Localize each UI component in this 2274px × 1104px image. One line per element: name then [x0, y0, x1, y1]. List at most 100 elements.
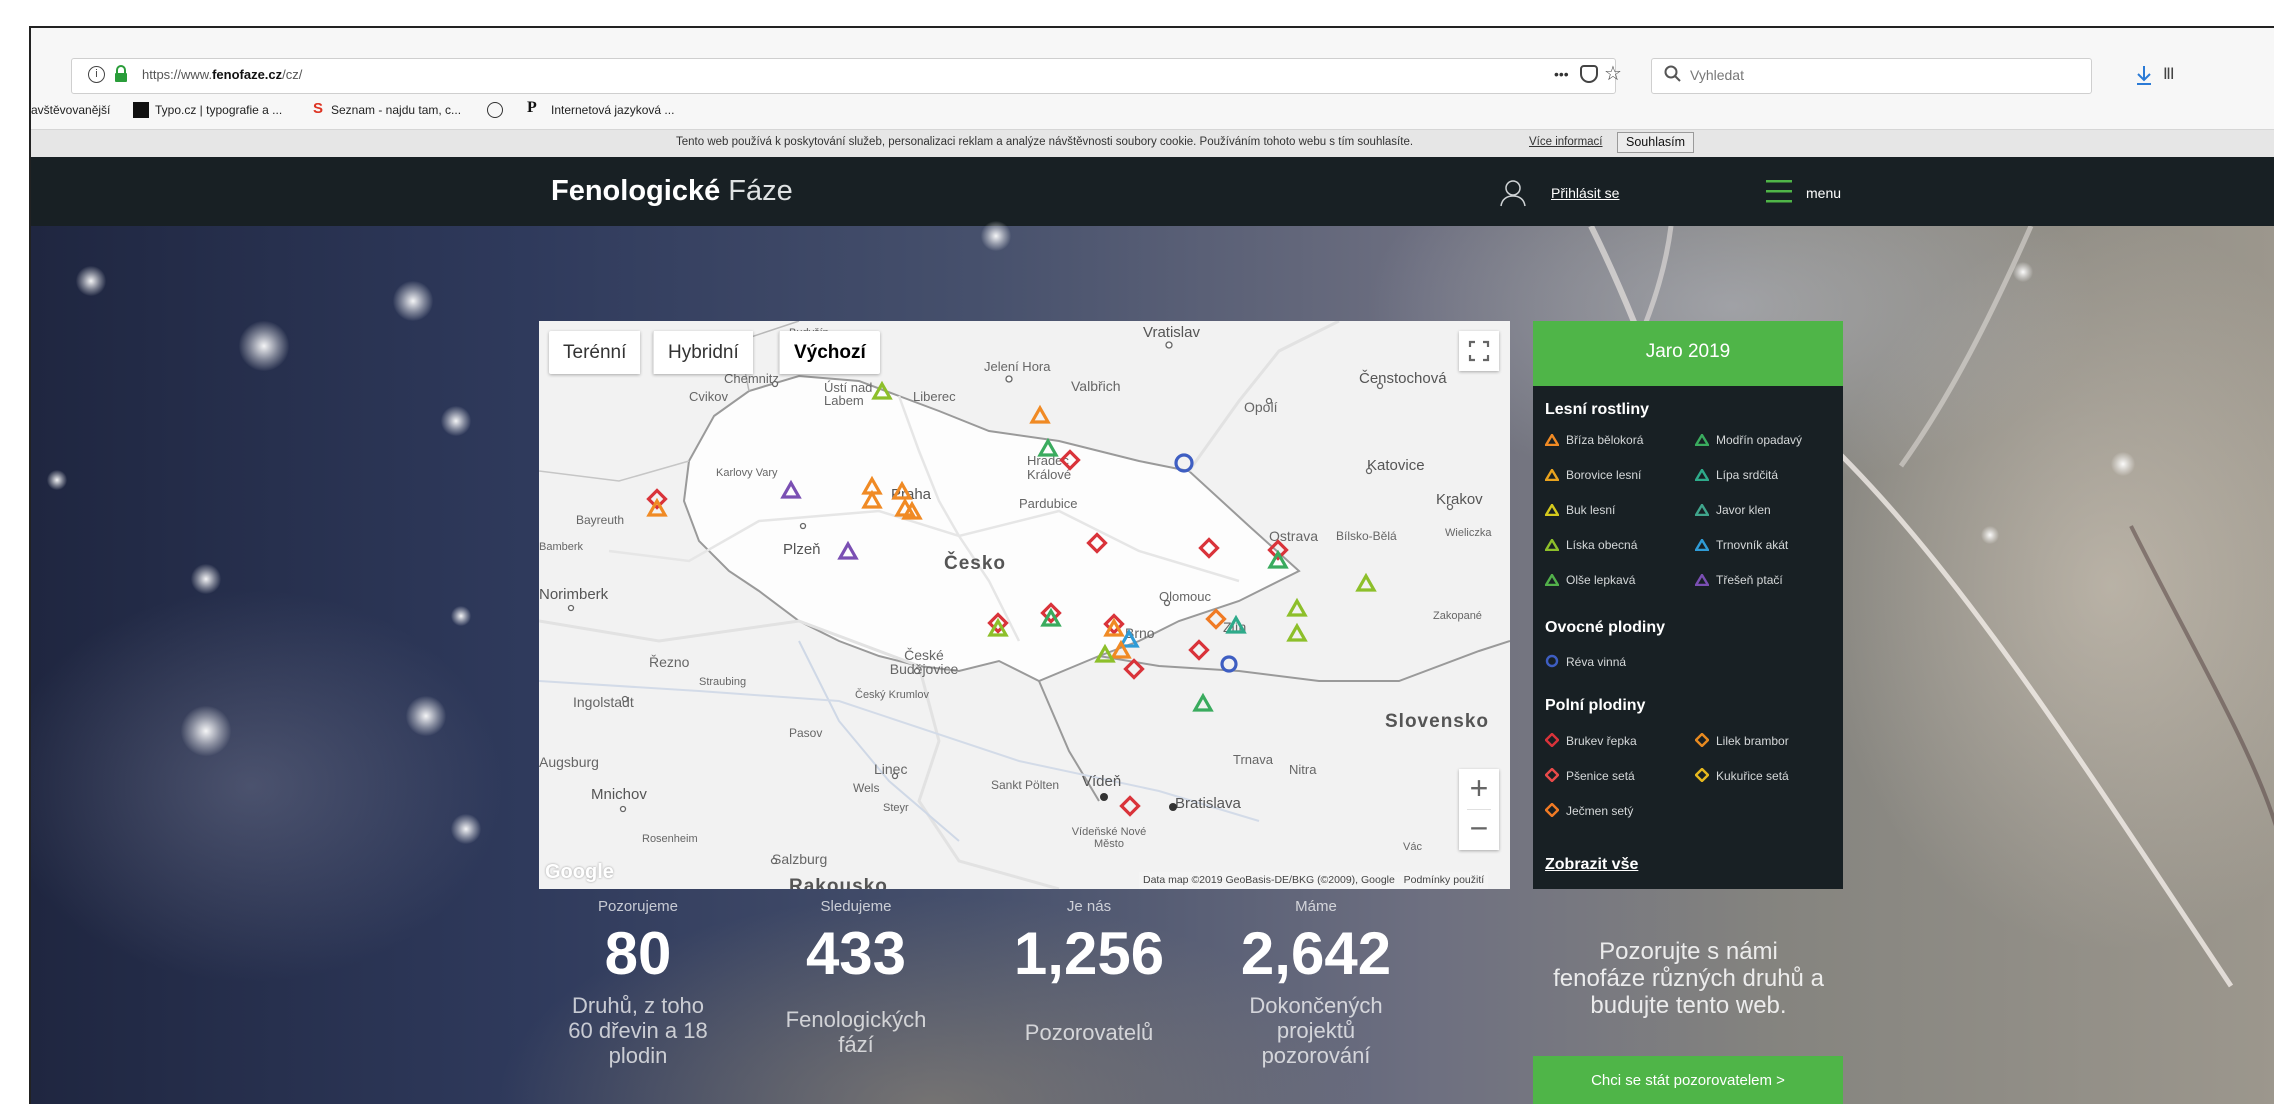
- snowflake: [76, 266, 106, 296]
- legend-item[interactable]: Modřín opadavý: [1693, 432, 1803, 449]
- stat-observers: Je nás 1,256 Pozorovatelů: [1004, 898, 1174, 1045]
- legend-item[interactable]: Borovice lesní: [1543, 467, 1641, 484]
- legend-item[interactable]: Olše lepkavá: [1543, 572, 1635, 589]
- google-logo[interactable]: Google: [545, 861, 614, 884]
- downloads-icon[interactable]: [2135, 64, 2153, 91]
- legend-header[interactable]: Jaro 2019: [1533, 321, 1843, 386]
- login-link[interactable]: Přihlásit se: [1551, 185, 1619, 201]
- legend-item[interactable]: Réva vinná: [1545, 654, 1626, 671]
- stat-desc: Druhů, z toho 60 dřevin a 18 plodin: [568, 993, 708, 1068]
- map-type-default[interactable]: Výchozí: [779, 331, 880, 374]
- triangle-marker-icon: [1543, 502, 1561, 519]
- legend-item-label: Pšenice setá: [1566, 769, 1635, 783]
- url-domain: fenofaze.cz: [212, 67, 283, 82]
- cookie-bar: Tento web používá k poskytování služeb, …: [31, 129, 2274, 157]
- legend-item[interactable]: Ječmen setý: [1544, 802, 1633, 820]
- become-observer-button[interactable]: Chci se stát pozorovatelem >: [1533, 1056, 1843, 1104]
- user-icon[interactable]: [1499, 179, 1527, 212]
- zoom-control: + −: [1459, 769, 1499, 850]
- brand-bold: Fenologické: [551, 175, 721, 207]
- legend-item-label: Lilek brambor: [1716, 734, 1789, 748]
- bookmark-item[interactable]: Seznam - najdu tam, c...: [331, 103, 461, 117]
- snowflake: [406, 696, 446, 736]
- brand-logo[interactable]: Fenologické Fáze: [551, 175, 793, 208]
- legend-item-label: Bříza bělokorá: [1566, 433, 1644, 447]
- legend-item[interactable]: Buk lesní: [1543, 502, 1616, 519]
- diamond-marker-icon: [1544, 732, 1560, 750]
- fullscreen-button[interactable]: [1459, 331, 1499, 371]
- triangle-marker-icon: [1543, 467, 1561, 484]
- info-icon[interactable]: i: [88, 66, 105, 83]
- legend-item[interactable]: Líska obecná: [1543, 537, 1637, 554]
- legend-item-label: Trnovník akát: [1716, 538, 1789, 552]
- stat-value: 1,256: [1013, 920, 1165, 987]
- bookmark-item[interactable]: Typo.cz | typografie a ...: [155, 103, 282, 117]
- library-icon[interactable]: ⅡⅠ: [2163, 64, 2175, 84]
- cookie-more-link[interactable]: Více informací: [1529, 136, 1603, 148]
- snowflake: [239, 321, 289, 371]
- p-favicon-icon: P: [527, 99, 537, 116]
- observation-markers[interactable]: [539, 321, 1510, 889]
- legend-item[interactable]: Javor klen: [1693, 502, 1771, 519]
- legend-item[interactable]: Lípa srdčitá: [1693, 467, 1779, 484]
- triangle-marker-icon: [1693, 467, 1711, 484]
- legend-item[interactable]: Lilek brambor: [1694, 732, 1789, 750]
- stat-species: Pozorujeme 80 Druhů, z toho 60 dřevin a …: [543, 898, 733, 1068]
- pocket-icon[interactable]: [1580, 65, 1598, 83]
- snowflake: [451, 606, 471, 626]
- legend-item[interactable]: Pšenice setá: [1544, 767, 1635, 785]
- stat-value: 80: [604, 920, 672, 987]
- legend-item-label: Třešeň ptačí: [1716, 573, 1783, 587]
- triangle-marker-icon: [1693, 572, 1711, 589]
- bookmark-item[interactable]: avštěvovanější: [31, 103, 110, 117]
- browser-window: i https://www.fenofaze.cz/cz/ ••• ☆ Vyhl…: [29, 26, 2274, 1104]
- legend-section-fruit: Ovocné plodiny: [1545, 619, 1666, 636]
- terms-link[interactable]: Podmínky použití: [1404, 874, 1485, 886]
- legend-item-label: Lípa srdčitá: [1716, 468, 1779, 482]
- page-actions-button[interactable]: •••: [1554, 66, 1569, 82]
- fullscreen-icon: [1468, 340, 1490, 362]
- legend-item-label: Kukuřice setá: [1716, 769, 1789, 783]
- triangle-marker-icon: [1693, 502, 1711, 519]
- brand-light: Fáze: [728, 175, 793, 207]
- stat-phases: Sledujeme 433 Fenologických fází: [771, 898, 941, 1057]
- circle-marker-icon: [1545, 654, 1559, 671]
- map-type-hybrid[interactable]: Hybridní: [653, 331, 753, 374]
- search-bar[interactable]: Vyhledat: [1651, 58, 2092, 94]
- hamburger-icon[interactable]: [1766, 179, 1792, 203]
- legend-item[interactable]: Bříza bělokorá: [1543, 432, 1644, 449]
- legend-item-label: Buk lesní: [1566, 503, 1616, 517]
- cookie-text: Tento web používá k poskytování služeb, …: [676, 136, 1414, 148]
- search-placeholder: Vyhledat: [1690, 67, 1744, 83]
- snowflake: [47, 470, 67, 490]
- legend-item-label: Modřín opadavý: [1716, 433, 1803, 447]
- bookmark-item[interactable]: Internetová jazyková ...: [551, 103, 674, 117]
- legend-title: Jaro 2019: [1645, 341, 1731, 362]
- legend-item[interactable]: Kukuřice setá: [1694, 767, 1789, 785]
- bookmark-star-icon[interactable]: ☆: [1604, 61, 1622, 86]
- map-type-terrain[interactable]: Terénní: [549, 331, 641, 374]
- triangle-marker-icon: [1543, 572, 1561, 589]
- seznam-favicon-icon: S: [313, 100, 324, 117]
- address-bar[interactable]: i https://www.fenofaze.cz/cz/ ••• ☆: [71, 58, 1622, 94]
- zoom-in-button[interactable]: +: [1459, 769, 1499, 809]
- bookmarks-bar: avštěvovanější Typo.cz | typografie a ..…: [31, 99, 2274, 126]
- site-header: Fenologické Fáze Přihlásit se menu: [31, 157, 2274, 226]
- diamond-marker-icon: [1544, 802, 1560, 820]
- map-attribution: Data map ©2019 GeoBasis-DE/BKG (©2009), …: [1139, 872, 1489, 889]
- url-path: /cz/: [282, 67, 303, 82]
- map[interactable]: Budyšín Vratislav Jelení Hora Valbřich Č…: [539, 321, 1510, 889]
- menu-label[interactable]: menu: [1806, 185, 1841, 201]
- diamond-marker-icon: [1694, 732, 1710, 750]
- url-prefix: https://www.: [142, 67, 213, 82]
- triangle-marker-icon: [1693, 537, 1711, 554]
- diamond-marker-icon: [1694, 767, 1710, 785]
- legend-item[interactable]: Třešeň ptačí: [1693, 572, 1783, 589]
- show-all-link[interactable]: Zobrazit vše: [1545, 856, 1638, 874]
- zoom-out-button[interactable]: −: [1459, 810, 1499, 850]
- legend-item[interactable]: Trnovník akát: [1693, 537, 1789, 554]
- cookie-agree-button[interactable]: Souhlasím: [1617, 132, 1695, 153]
- legend-item-label: Brukev řepka: [1566, 734, 1637, 748]
- stat-value: 2,642: [1240, 920, 1392, 987]
- legend-item[interactable]: Brukev řepka: [1544, 732, 1637, 750]
